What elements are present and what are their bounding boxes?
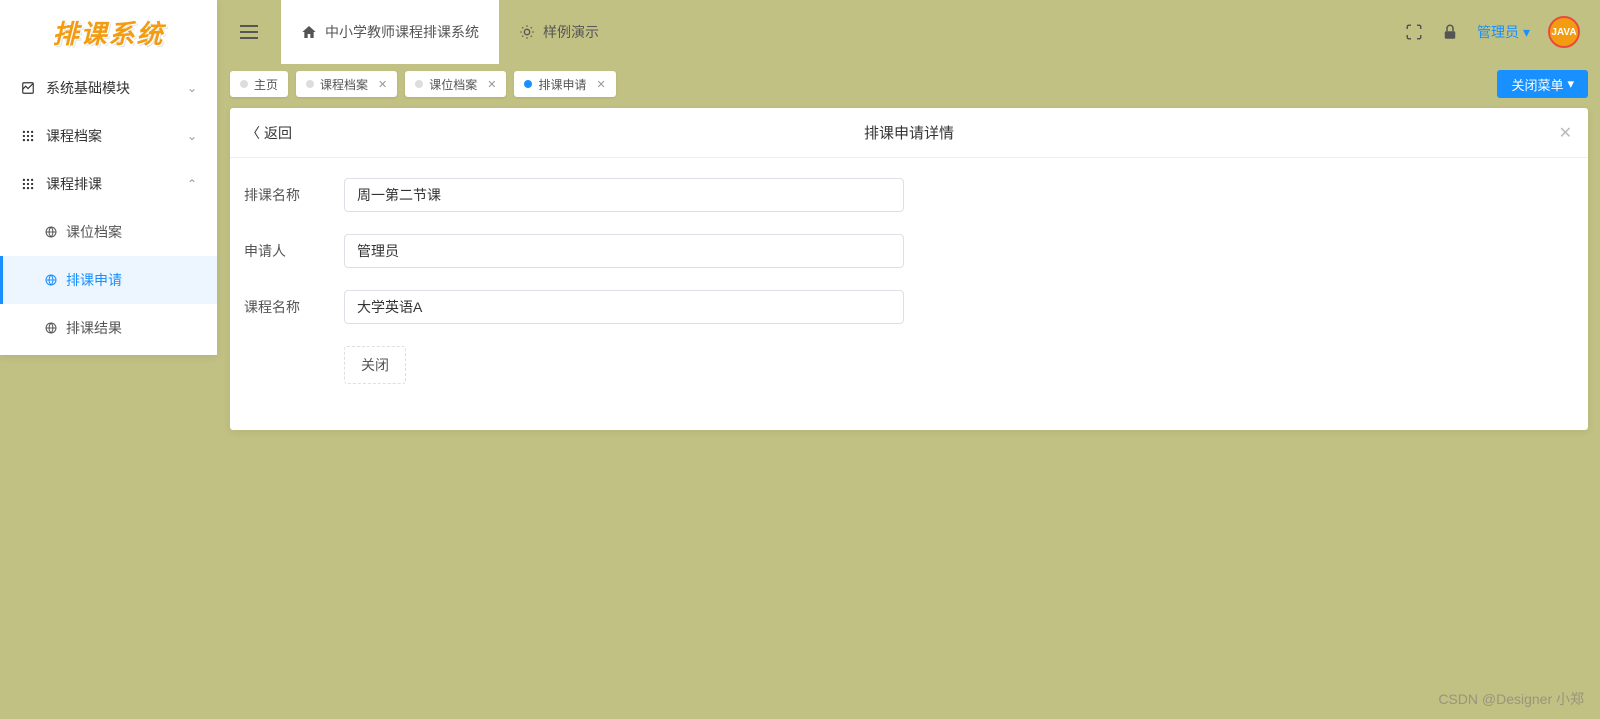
tab-dot-icon xyxy=(524,80,532,88)
form-row-applicant: 申请人 xyxy=(244,234,1574,268)
chevron-down-icon: ▾ xyxy=(1567,76,1574,92)
tab-dot-icon xyxy=(240,80,248,88)
sidebar-item-system[interactable]: 系统基础模块 ⌄ xyxy=(0,64,217,112)
sidebar: 排课系统 系统基础模块 ⌄ 课程档案 ⌄ 课程排课 ⌃ xyxy=(0,0,217,355)
menu-label: 系统基础模块 xyxy=(46,78,187,98)
tab-dot-icon xyxy=(415,80,423,88)
tab-label: 排课申请 xyxy=(538,76,586,93)
menu-label: 课程档案 xyxy=(46,126,187,146)
chevron-down-icon: ⌄ xyxy=(187,81,197,95)
submenu-label: 排课申请 xyxy=(66,270,122,290)
tab-dot-icon xyxy=(306,80,314,88)
content-header: 〈 返回 排课申请详情 ✕ xyxy=(230,108,1588,158)
sun-icon xyxy=(519,24,535,40)
fullscreen-icon[interactable] xyxy=(1405,23,1423,41)
applicant-field[interactable] xyxy=(344,234,904,268)
close-menu-button[interactable]: 关闭菜单 ▾ xyxy=(1497,70,1588,98)
detail-form: 排课名称 申请人 课程名称 关闭 xyxy=(230,158,1588,404)
tab-label: 课位档案 xyxy=(429,76,477,93)
sidebar-subitem-schedule-request[interactable]: 排课申请 xyxy=(0,256,217,304)
sidebar-item-course-archive[interactable]: 课程档案 ⌄ xyxy=(0,112,217,160)
form-actions: 关闭 xyxy=(244,346,1574,384)
globe-icon xyxy=(44,321,58,335)
menu-label: 课程排课 xyxy=(46,174,187,194)
user-name: 管理员 xyxy=(1477,22,1519,42)
sidebar-subitem-schedule-result[interactable]: 排课结果 xyxy=(0,304,217,352)
course-name-field[interactable] xyxy=(344,290,904,324)
watermark: CSDN @Designer 小郑 xyxy=(1438,689,1584,709)
header-right: 管理员 ▾ JAVA xyxy=(1405,16,1600,48)
submenu-label: 排课结果 xyxy=(66,318,122,338)
content-panel: 〈 返回 排课申请详情 ✕ 排课名称 申请人 课程名称 关闭 xyxy=(230,108,1588,430)
globe-icon xyxy=(44,225,58,239)
grid-icon xyxy=(20,128,36,144)
sidebar-subitem-slot-archive[interactable]: 课位档案 xyxy=(0,208,217,256)
header-tab-label: 中小学教师课程排课系统 xyxy=(325,22,479,42)
close-icon[interactable]: ✕ xyxy=(597,78,606,91)
form-label: 课程名称 xyxy=(244,297,344,317)
user-menu[interactable]: 管理员 ▾ xyxy=(1477,22,1530,42)
avatar[interactable]: JAVA xyxy=(1548,16,1580,48)
chevron-down-icon: ⌄ xyxy=(187,129,197,143)
header: 中小学教师课程排课系统 样例演示 管理员 ▾ JAVA xyxy=(217,0,1600,64)
page-tab-course-archive[interactable]: 课程档案 ✕ xyxy=(296,71,397,97)
logo: 排课系统 xyxy=(0,0,217,64)
page-title: 排课申请详情 xyxy=(864,122,954,143)
close-button[interactable]: 关闭 xyxy=(344,346,406,384)
page-tab-schedule-request[interactable]: 排课申请 ✕ xyxy=(514,71,615,97)
form-label: 申请人 xyxy=(244,241,344,261)
hamburger-button[interactable] xyxy=(217,0,281,64)
back-button[interactable]: 〈 返回 xyxy=(246,123,292,143)
close-menu-label: 关闭菜单 xyxy=(1511,75,1563,94)
chevron-left-icon: 〈 xyxy=(246,123,260,143)
home-icon xyxy=(301,24,317,40)
dashboard-icon xyxy=(20,80,36,96)
menu-icon xyxy=(237,20,261,44)
tab-label: 主页 xyxy=(254,76,278,93)
chevron-up-icon: ⌃ xyxy=(187,177,197,191)
page-tab-slot-archive[interactable]: 课位档案 ✕ xyxy=(405,71,506,97)
back-label: 返回 xyxy=(264,123,292,143)
grid-icon xyxy=(20,176,36,192)
chevron-down-icon: ▾ xyxy=(1523,24,1530,41)
page-tab-home[interactable]: 主页 xyxy=(230,71,288,97)
form-label: 排课名称 xyxy=(244,185,344,205)
tab-label: 课程档案 xyxy=(320,76,368,93)
close-icon[interactable]: ✕ xyxy=(487,78,496,91)
form-row-schedule-name: 排课名称 xyxy=(244,178,1574,212)
close-icon[interactable]: ✕ xyxy=(1559,123,1572,143)
schedule-name-field[interactable] xyxy=(344,178,904,212)
lock-icon[interactable] xyxy=(1441,23,1459,41)
form-row-course-name: 课程名称 xyxy=(244,290,1574,324)
globe-icon xyxy=(44,273,58,287)
sidebar-item-course-schedule[interactable]: 课程排课 ⌃ xyxy=(0,160,217,208)
header-tab-home[interactable]: 中小学教师课程排课系统 xyxy=(281,0,499,64)
header-tab-demo[interactable]: 样例演示 xyxy=(499,0,619,64)
submenu-label: 课位档案 xyxy=(66,222,122,242)
close-icon[interactable]: ✕ xyxy=(378,78,387,91)
page-tabs-bar: 主页 课程档案 ✕ 课位档案 ✕ 排课申请 ✕ 关闭菜单 ▾ xyxy=(230,70,1588,98)
header-tab-label: 样例演示 xyxy=(543,22,599,42)
